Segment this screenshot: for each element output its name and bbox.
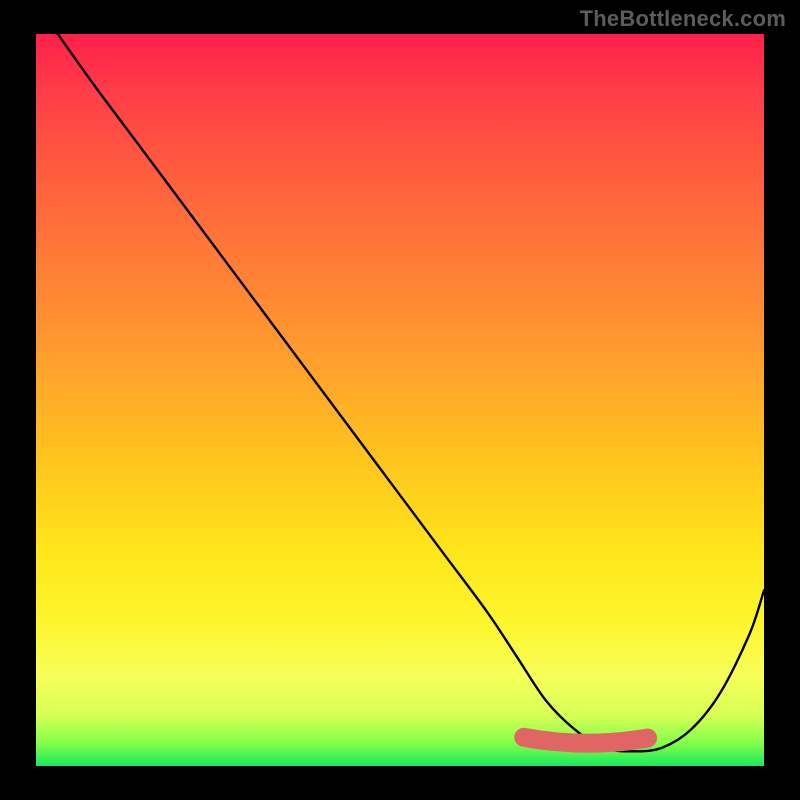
curve-layer: [36, 34, 764, 766]
optimal-zone-highlight: [524, 737, 648, 743]
watermark-text: TheBottleneck.com: [580, 6, 786, 32]
plot-area: [36, 34, 764, 766]
bottleneck-curve: [58, 34, 764, 751]
chart-frame: TheBottleneck.com: [0, 0, 800, 800]
